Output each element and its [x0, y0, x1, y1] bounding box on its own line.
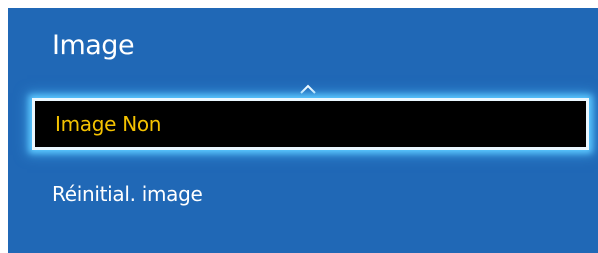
menu-item-reset-picture[interactable]: Réinitial. image [32, 168, 589, 220]
menu-item-image-off[interactable]: Image Non [32, 98, 589, 150]
settings-menu-panel: Image Image Non Réinitial. image [8, 8, 598, 253]
menu-item-label: Image Non [55, 112, 162, 136]
menu-title: Image [52, 30, 135, 61]
menu-item-label: Réinitial. image [52, 182, 203, 206]
chevron-up-icon[interactable] [299, 83, 317, 95]
